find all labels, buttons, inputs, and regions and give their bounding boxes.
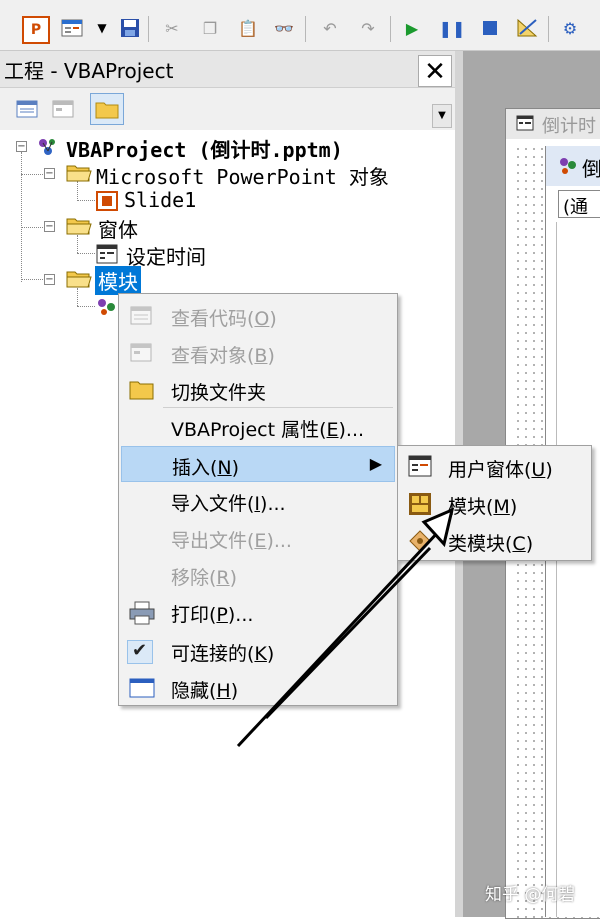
watermark: 知乎 @何碧 bbox=[485, 885, 576, 905]
annotation-arrows bbox=[236, 507, 455, 748]
